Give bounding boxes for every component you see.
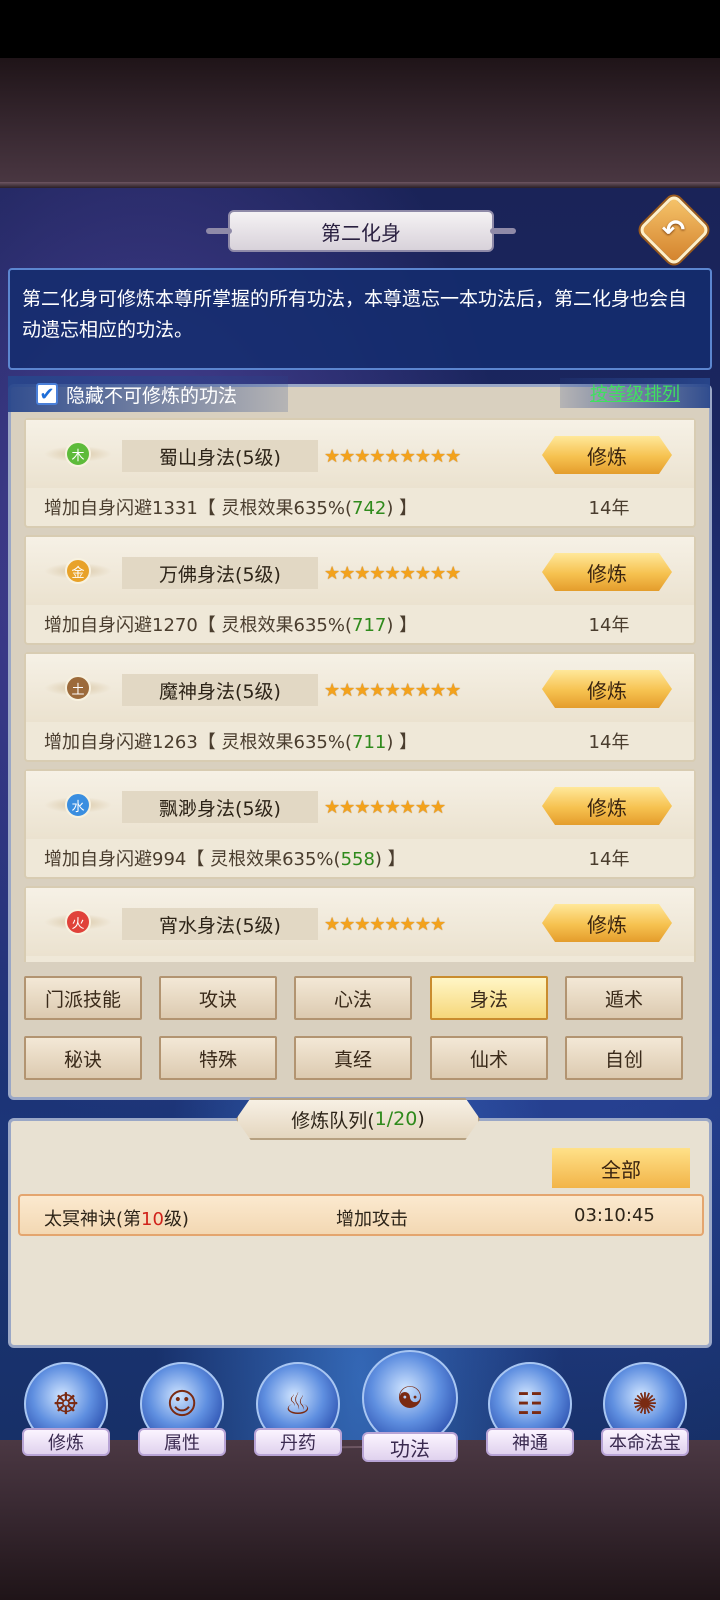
skill-effect: 增加自身闪避994【 灵根效果635%(558) 】 [44, 849, 406, 870]
skill-card[interactable]: 金 万佛身法(5级) ★★★★★★★★★ 修炼 增加自身闪避1270【 灵根效果… [24, 535, 696, 645]
category-tab[interactable]: 攻诀 [159, 976, 277, 1020]
nav-label: 神通 [486, 1428, 574, 1456]
page-title: 第二化身 [206, 210, 516, 252]
skill-list[interactable]: 木 蜀山身法(5级) ★★★★★★★★★ 修炼 增加自身闪避1331【 灵根效果… [24, 418, 696, 962]
training-years: 14年 [588, 732, 630, 753]
element-icon: 水 [44, 785, 112, 825]
skill-name: 蜀山身法(5级) [122, 440, 318, 472]
nav-label: 本命法宝 [601, 1428, 689, 1456]
skill-effect: 增加自身闪避1331【 灵根效果635%(742) 】 [44, 498, 418, 519]
element-icon: 土 [44, 668, 112, 708]
star-rating: ★★★★★★★★★ [324, 679, 461, 701]
training-years: 14年 [588, 615, 630, 636]
category-tab[interactable]: 秘诀 [24, 1036, 142, 1080]
queue-item-timer: 03:10:45 [574, 1205, 655, 1226]
nav-item[interactable]: ☷ 神通 [482, 1362, 578, 1462]
train-button[interactable]: 修炼 [542, 436, 672, 474]
hide-unavailable-toggle[interactable]: ✔ 隐藏不可修炼的功法 [8, 376, 288, 412]
skill-name: 飘渺身法(5级) [122, 791, 318, 823]
back-arrow-icon: ↶ [662, 213, 686, 247]
status-bar-area [0, 0, 720, 58]
skill-card[interactable]: 水 飘渺身法(5级) ★★★★★★★★ 修炼 增加自身闪避994【 灵根效果63… [24, 769, 696, 879]
training-years: 14年 [588, 849, 630, 870]
skill-name: 万佛身法(5级) [122, 557, 318, 589]
nav-label: 属性 [138, 1428, 226, 1456]
description-text: 第二化身可修炼本尊所掌握的所有功法，本尊遗忘一本功法后，第二化身也会自动遗忘相应… [8, 268, 712, 370]
train-button[interactable]: 修炼 [542, 670, 672, 708]
nav-item[interactable]: ☺ 属性 [134, 1362, 230, 1462]
all-button[interactable]: 全部 [552, 1148, 690, 1188]
star-rating: ★★★★★★★★★ [324, 445, 461, 467]
category-tab[interactable]: 仙术 [430, 1036, 548, 1080]
element-icon: 金 [44, 551, 112, 591]
category-tab[interactable]: 门派技能 [24, 976, 142, 1020]
category-tab[interactable]: 遁术 [565, 976, 683, 1020]
queue-item-name: 太冥神诀(第10级) [44, 1209, 189, 1230]
nav-label: 丹药 [254, 1428, 342, 1456]
star-rating: ★★★★★★★★ [324, 796, 446, 818]
top-frame [0, 58, 720, 188]
training-queue-title: 修炼队列(1/20 ) [236, 1098, 480, 1140]
checkbox-checked-icon[interactable]: ✔ [36, 383, 58, 405]
category-tab[interactable]: 自创 [565, 1036, 683, 1080]
category-tabs: 门派技能 攻诀 心法 身法 遁术秘诀 特殊 真经 仙术 自创 [24, 976, 696, 1086]
skill-effect: 增加自身闪避1263【 灵根效果635%(711) 】 [44, 732, 418, 753]
queue-item-effect: 增加攻击 [336, 1209, 408, 1230]
training-years: 14年 [588, 498, 630, 519]
category-tab[interactable]: 真经 [294, 1036, 412, 1080]
category-tab[interactable]: 心法 [294, 976, 412, 1020]
train-button[interactable]: 修炼 [542, 553, 672, 591]
category-tab[interactable]: 特殊 [159, 1036, 277, 1080]
skill-card[interactable]: 火 宵水身法(5级) ★★★★★★★★ 修炼 [24, 886, 696, 962]
skill-card[interactable]: 木 蜀山身法(5级) ★★★★★★★★★ 修炼 增加自身闪避1331【 灵根效果… [24, 418, 696, 528]
star-rating: ★★★★★★★★ [324, 913, 446, 935]
category-tab[interactable]: 身法 [430, 976, 548, 1020]
element-icon: 木 [44, 434, 112, 474]
sort-by-level-link[interactable]: 按等级排列 [560, 378, 710, 408]
skill-effect: 增加自身闪避1270【 灵根效果635%(717) 】 [44, 615, 418, 636]
nav-item[interactable]: ✺ 本命法宝 [597, 1362, 693, 1462]
nav-item[interactable]: ♨ 丹药 [250, 1362, 346, 1462]
queue-item[interactable]: 太冥神诀(第10级) 增加攻击 03:10:45 [18, 1194, 704, 1236]
skill-name: 魔神身法(5级) [122, 674, 318, 706]
star-rating: ★★★★★★★★★ [324, 562, 461, 584]
skill-card[interactable]: 土 魔神身法(5级) ★★★★★★★★★ 修炼 增加自身闪避1263【 灵根效果… [24, 652, 696, 762]
queue-count: 1/20 [374, 1108, 418, 1130]
nav-item[interactable]: ☸ 修炼 [18, 1362, 114, 1462]
train-button[interactable]: 修炼 [542, 904, 672, 942]
element-icon: 火 [44, 902, 112, 942]
nav-label: 功法 [362, 1432, 458, 1462]
hide-unavailable-label: 隐藏不可修炼的功法 [66, 384, 238, 407]
bottom-frame [0, 1440, 720, 1600]
skill-name: 宵水身法(5级) [122, 908, 318, 940]
train-button[interactable]: 修炼 [542, 787, 672, 825]
nav-item[interactable]: ☯ 功法 [362, 1350, 458, 1462]
nav-label: 修炼 [22, 1428, 110, 1456]
